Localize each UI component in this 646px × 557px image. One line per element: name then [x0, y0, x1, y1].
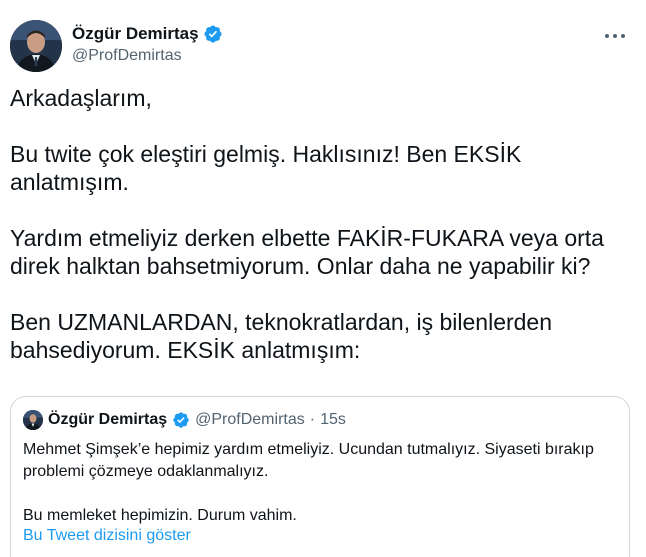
tweet-paragraph: Arkadaşlarım,	[10, 85, 152, 111]
quoted-avatar	[23, 410, 43, 430]
display-name-row: Özgür Demirtaş	[72, 22, 223, 46]
display-name[interactable]: Özgür Demirtaş	[72, 24, 199, 44]
tweet-paragraph: Ben UZMANLARDAN, teknokratlardan, iş bil…	[10, 309, 559, 363]
quoted-paragraph: Bu memleket hepimizin. Durum vahim.	[23, 507, 297, 524]
quoted-tweet[interactable]: Özgür Demirtaş @ProfDemirtas · 15s Mehme…	[10, 396, 630, 557]
more-horizontal-icon[interactable]	[600, 24, 630, 48]
quoted-handle: @ProfDemirtas	[195, 411, 305, 428]
quoted-avatar-image	[23, 410, 43, 430]
show-thread-link[interactable]: Bu Tweet dizisini göster	[23, 527, 191, 545]
quoted-paragraph: Mehmet Şimşek’e hepimiz yardım etmeliyiz…	[23, 441, 594, 480]
quoted-tweet-header: Özgür Demirtaş @ProfDemirtas · 15s	[23, 409, 617, 431]
quoted-display-name: Özgür Demirtaş	[48, 411, 168, 428]
tweet-card: Özgür Demirtaş @ProfDemirtas Arkadaşları…	[0, 0, 646, 557]
author-handle[interactable]: @ProfDemirtas	[72, 47, 223, 65]
tweet-header: Özgür Demirtaş @ProfDemirtas	[10, 20, 636, 76]
verified-badge-icon	[173, 412, 189, 428]
verified-badge-icon	[204, 25, 222, 43]
quoted-tweet-text: Mehmet Şimşek’e hepimiz yardım etmeliyiz…	[23, 439, 617, 527]
tweet-paragraph: Yardım etmeliyiz derken elbette FAKİR-FU…	[10, 225, 611, 279]
tweet-paragraph: Bu twite çok eleştiri gelmiş. Haklısınız…	[10, 141, 528, 195]
avatar[interactable]	[10, 20, 62, 72]
avatar-image	[10, 20, 62, 72]
quoted-separator: ·	[309, 411, 316, 428]
author-info: Özgür Demirtaş @ProfDemirtas	[72, 22, 223, 65]
quoted-timestamp: 15s	[320, 411, 346, 428]
tweet-text: Arkadaşlarım, Bu twite çok eleştiri gelm…	[10, 84, 630, 392]
